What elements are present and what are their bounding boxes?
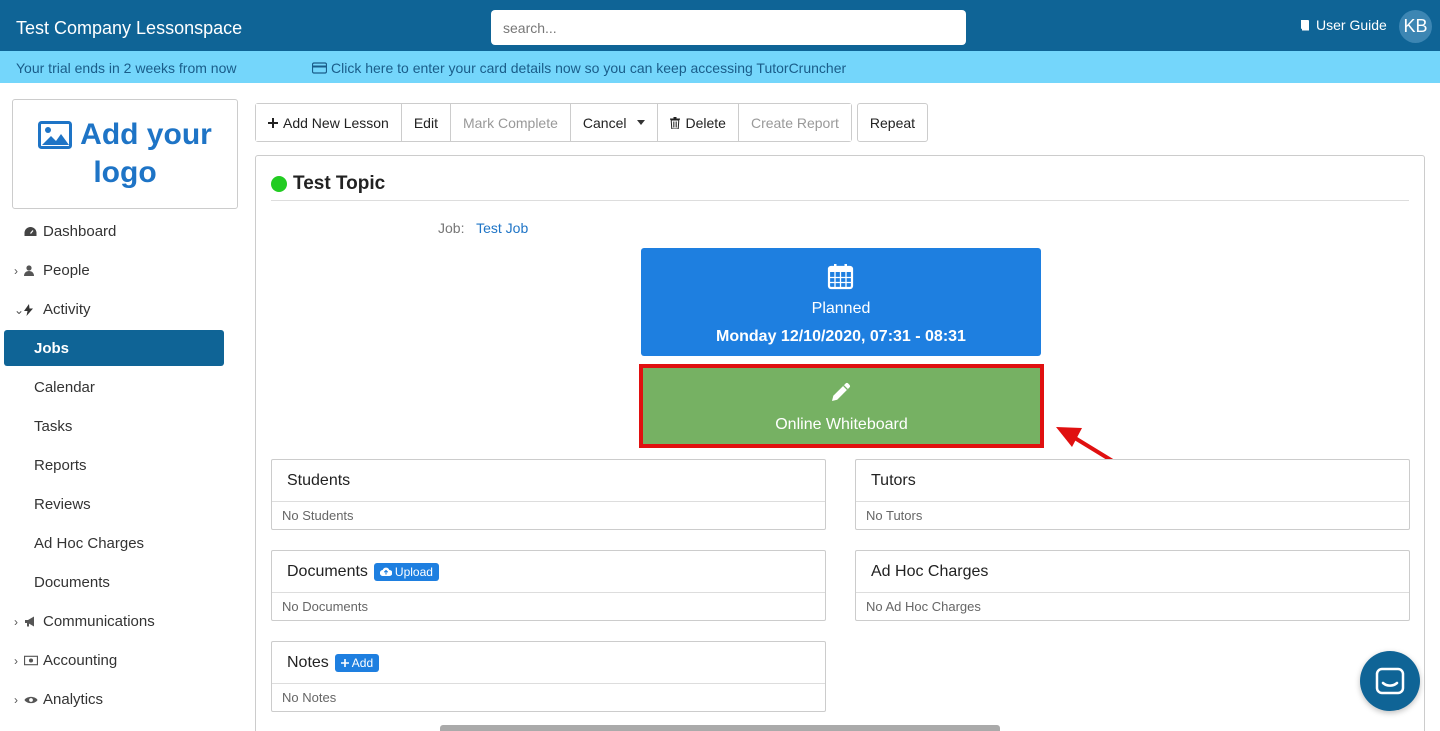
- sidebar-item-calendar[interactable]: Calendar: [4, 368, 224, 407]
- chevron-right-icon: ›: [14, 653, 18, 668]
- top-navbar: Test Company Lessonspace User Guide KB: [0, 0, 1440, 51]
- trial-banner: Your trial ends in 2 weeks from now Clic…: [0, 51, 1440, 83]
- mark-complete-button[interactable]: Mark Complete: [450, 104, 571, 141]
- ad-hoc-charges-empty: No Ad Hoc Charges: [866, 599, 981, 614]
- sidebar-item-documents[interactable]: Documents: [4, 563, 224, 602]
- plus-icon: [268, 117, 278, 128]
- upload-button[interactable]: Upload: [373, 562, 439, 581]
- bottom-scroll-indicator: [440, 725, 1000, 731]
- documents-empty: No Documents: [282, 599, 368, 614]
- lesson-datetime: Monday 12/10/2020, 07:31 - 08:31: [716, 328, 966, 345]
- search-input[interactable]: [491, 10, 966, 45]
- online-whiteboard-button[interactable]: Online Whiteboard: [643, 368, 1040, 444]
- sidebar-item-accounting[interactable]: › Accounting: [4, 641, 224, 680]
- card-link-label: Click here to enter your card details no…: [331, 60, 847, 76]
- whiteboard-label: Online Whiteboard: [775, 416, 908, 433]
- dashboard-icon: [24, 226, 38, 237]
- job-link[interactable]: Test Job: [476, 220, 528, 236]
- students-empty: No Students: [282, 508, 354, 523]
- sidebar-item-analytics[interactable]: › Analytics: [4, 680, 224, 719]
- sidebar-nav: Dashboard › People ⌄ Activity Jobs Calen…: [4, 212, 224, 719]
- user-guide-label: User Guide: [1316, 17, 1387, 33]
- sidebar-item-people[interactable]: › People: [4, 251, 224, 290]
- user-guide-link[interactable]: User Guide: [1299, 17, 1387, 33]
- job-row: Job: Test Job: [438, 220, 528, 236]
- add-new-lesson-button[interactable]: Add New Lesson: [256, 104, 402, 141]
- logo-line1: Add your: [80, 118, 212, 151]
- toolbar-button-group: Add New Lesson Edit Mark Complete Cancel…: [255, 103, 852, 142]
- sidebar-item-reports[interactable]: Reports: [4, 446, 224, 485]
- sidebar-item-tasks[interactable]: Tasks: [4, 407, 224, 446]
- delete-button[interactable]: Delete: [658, 104, 739, 141]
- chevron-right-icon: ›: [14, 263, 18, 278]
- logo-placeholder[interactable]: Add your logo: [12, 99, 238, 209]
- tutors-panel: Tutors No Tutors: [855, 459, 1410, 530]
- sidebar-item-dashboard[interactable]: Dashboard: [4, 212, 224, 251]
- chevron-down-icon: ⌄: [14, 302, 25, 317]
- ad-hoc-charges-panel-title: Ad Hoc Charges: [856, 551, 1409, 593]
- card-details-link[interactable]: Click here to enter your card details no…: [312, 60, 846, 76]
- user-icon: [24, 265, 38, 276]
- notes-panel-title: Notes Add: [272, 642, 825, 684]
- notes-empty: No Notes: [282, 690, 337, 705]
- job-label: Job:: [438, 220, 465, 236]
- cloud-upload-icon: [379, 567, 392, 576]
- lesson-title: Test Topic: [271, 173, 385, 195]
- cancel-dropdown-button[interactable]: Cancel: [570, 104, 659, 141]
- tutors-panel-title: Tutors: [856, 460, 1409, 502]
- lesson-status: Planned: [811, 300, 871, 317]
- brand-name[interactable]: Test Company Lessonspace: [16, 18, 242, 39]
- documents-panel-title: Documents Upload: [272, 551, 825, 593]
- sidebar-item-reviews[interactable]: Reviews: [4, 485, 224, 524]
- avatar[interactable]: KB: [1399, 10, 1432, 43]
- lesson-status-box: Planned Monday 12/10/2020, 07:31 - 08:31: [641, 248, 1041, 356]
- lesson-toolbar: Add New Lesson Edit Mark Complete Cancel…: [255, 103, 929, 142]
- book-icon: [1301, 20, 1309, 31]
- create-report-button[interactable]: Create Report: [738, 104, 851, 141]
- documents-panel: Documents Upload No Documents: [271, 550, 826, 621]
- chat-icon: [1375, 667, 1405, 695]
- plus-icon: [340, 658, 349, 667]
- caret-down-icon: [637, 120, 646, 125]
- status-dot: [271, 176, 287, 192]
- tutors-empty: No Tutors: [866, 508, 923, 523]
- edit-button[interactable]: Edit: [401, 104, 451, 141]
- sidebar-item-jobs[interactable]: Jobs: [4, 330, 224, 366]
- lesson-card: Test Topic Job: Test Job Planned Monday …: [255, 155, 1425, 731]
- ad-hoc-charges-panel: Ad Hoc Charges No Ad Hoc Charges: [855, 550, 1410, 621]
- image-icon: [38, 121, 73, 149]
- whiteboard-highlight: Online Whiteboard: [639, 364, 1044, 448]
- trash-icon: [670, 116, 681, 129]
- eye-icon: [24, 695, 38, 705]
- money-icon: [24, 655, 38, 666]
- notes-panel: Notes Add No Notes: [271, 641, 826, 712]
- megaphone-icon: [24, 616, 38, 627]
- lesson-topic: Test Topic: [293, 173, 386, 194]
- repeat-button[interactable]: Repeat: [856, 103, 929, 142]
- sidebar-item-activity[interactable]: ⌄ Activity: [4, 290, 224, 329]
- sidebar-item-ad-hoc-charges[interactable]: Ad Hoc Charges: [4, 524, 224, 563]
- chevron-right-icon: ›: [14, 614, 18, 629]
- chat-launcher-button[interactable]: [1360, 651, 1420, 711]
- bolt-icon: [24, 303, 38, 316]
- students-panel: Students No Students: [271, 459, 826, 530]
- chevron-right-icon: ›: [14, 692, 18, 707]
- calendar-icon: [827, 264, 854, 290]
- logo-line2: logo: [93, 156, 157, 189]
- credit-card-icon: [312, 62, 327, 74]
- trial-text: Your trial ends in 2 weeks from now: [16, 60, 237, 76]
- add-note-button[interactable]: Add: [334, 653, 380, 672]
- students-panel-title: Students: [272, 460, 825, 502]
- title-divider: [271, 200, 1409, 201]
- sidebar-item-communications[interactable]: › Communications: [4, 602, 224, 641]
- pencil-icon: [832, 383, 850, 401]
